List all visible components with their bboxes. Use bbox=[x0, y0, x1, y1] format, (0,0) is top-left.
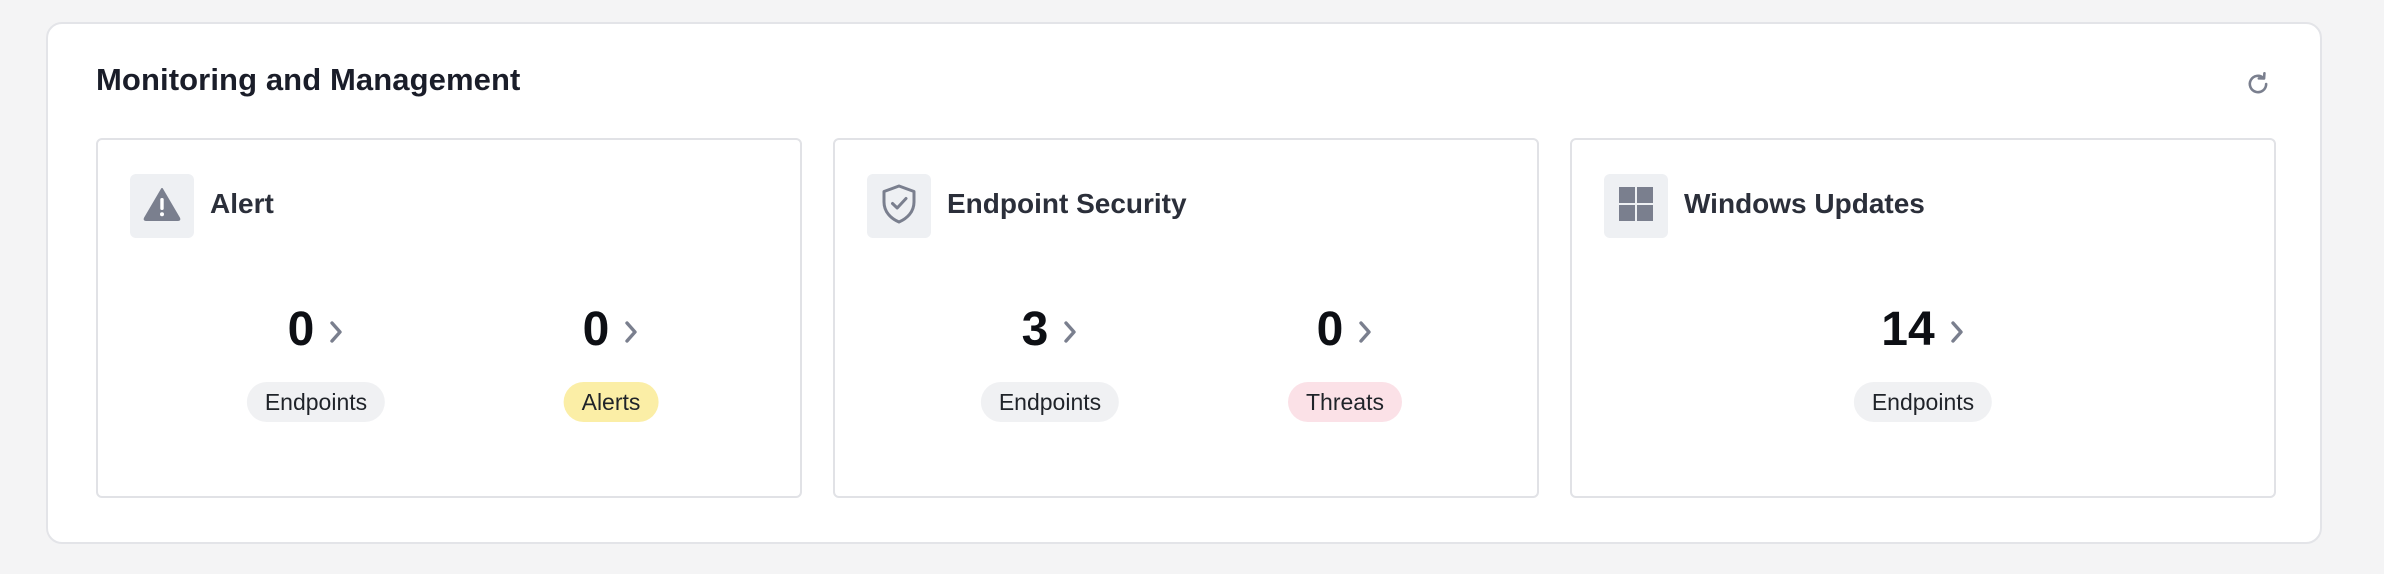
metric-endpoints: 3 Endpoints bbox=[940, 300, 1160, 430]
refresh-button[interactable] bbox=[2234, 62, 2282, 110]
warning-triangle-icon bbox=[143, 187, 181, 226]
windows-updates-card: Windows Updates 14 Endpoints bbox=[1570, 138, 2276, 498]
metric-link[interactable]: 0 bbox=[1235, 300, 1455, 360]
metric-alerts: 0 Alerts bbox=[501, 300, 721, 430]
card-title: Alert bbox=[210, 188, 274, 219]
metric-value: 14 bbox=[1881, 303, 1935, 356]
metric-endpoints: 0 Endpoints bbox=[206, 300, 426, 430]
metric-value: 3 bbox=[1021, 303, 1049, 356]
alert-card: Alert 0 Endpoints 0 Alerts bbox=[96, 138, 802, 498]
metric-threats: 0 Threats bbox=[1235, 300, 1455, 430]
metric-link[interactable]: 3 bbox=[940, 300, 1160, 360]
metric-label-badge: Alerts bbox=[563, 382, 659, 422]
metric-label-badge: Endpoints bbox=[980, 382, 1120, 422]
card-icon-box bbox=[867, 174, 931, 238]
metric-label-badge: Endpoints bbox=[1853, 382, 1993, 422]
metric-value: 0 bbox=[1316, 303, 1344, 356]
monitoring-panel: Monitoring and Management Alert 0 Endpoi… bbox=[46, 22, 2322, 544]
chevron-right-icon bbox=[1949, 319, 1965, 345]
metric-value: 0 bbox=[582, 303, 610, 356]
metric-link[interactable]: 0 bbox=[206, 300, 426, 360]
chevron-right-icon bbox=[623, 319, 639, 345]
chevron-right-icon bbox=[1357, 319, 1373, 345]
chevron-right-icon bbox=[328, 319, 344, 345]
refresh-icon bbox=[2244, 70, 2272, 103]
metric-value: 0 bbox=[287, 303, 315, 356]
endpoint-security-card: Endpoint Security 3 Endpoints 0 Threats bbox=[833, 138, 1539, 498]
panel-title: Monitoring and Management bbox=[96, 62, 521, 97]
metric-link[interactable]: 0 bbox=[501, 300, 721, 360]
metric-link[interactable]: 14 bbox=[1813, 300, 2033, 360]
card-icon-box bbox=[1604, 174, 1668, 238]
shield-check-icon bbox=[880, 183, 918, 230]
card-icon-box bbox=[130, 174, 194, 238]
windows-logo-icon bbox=[1619, 186, 1653, 226]
card-title: Endpoint Security bbox=[947, 188, 1187, 219]
card-title: Windows Updates bbox=[1684, 188, 1925, 219]
chevron-right-icon bbox=[1062, 319, 1078, 345]
metric-label-badge: Endpoints bbox=[246, 382, 386, 422]
metric-endpoints: 14 Endpoints bbox=[1813, 300, 2033, 430]
metric-label-badge: Threats bbox=[1288, 382, 1402, 422]
